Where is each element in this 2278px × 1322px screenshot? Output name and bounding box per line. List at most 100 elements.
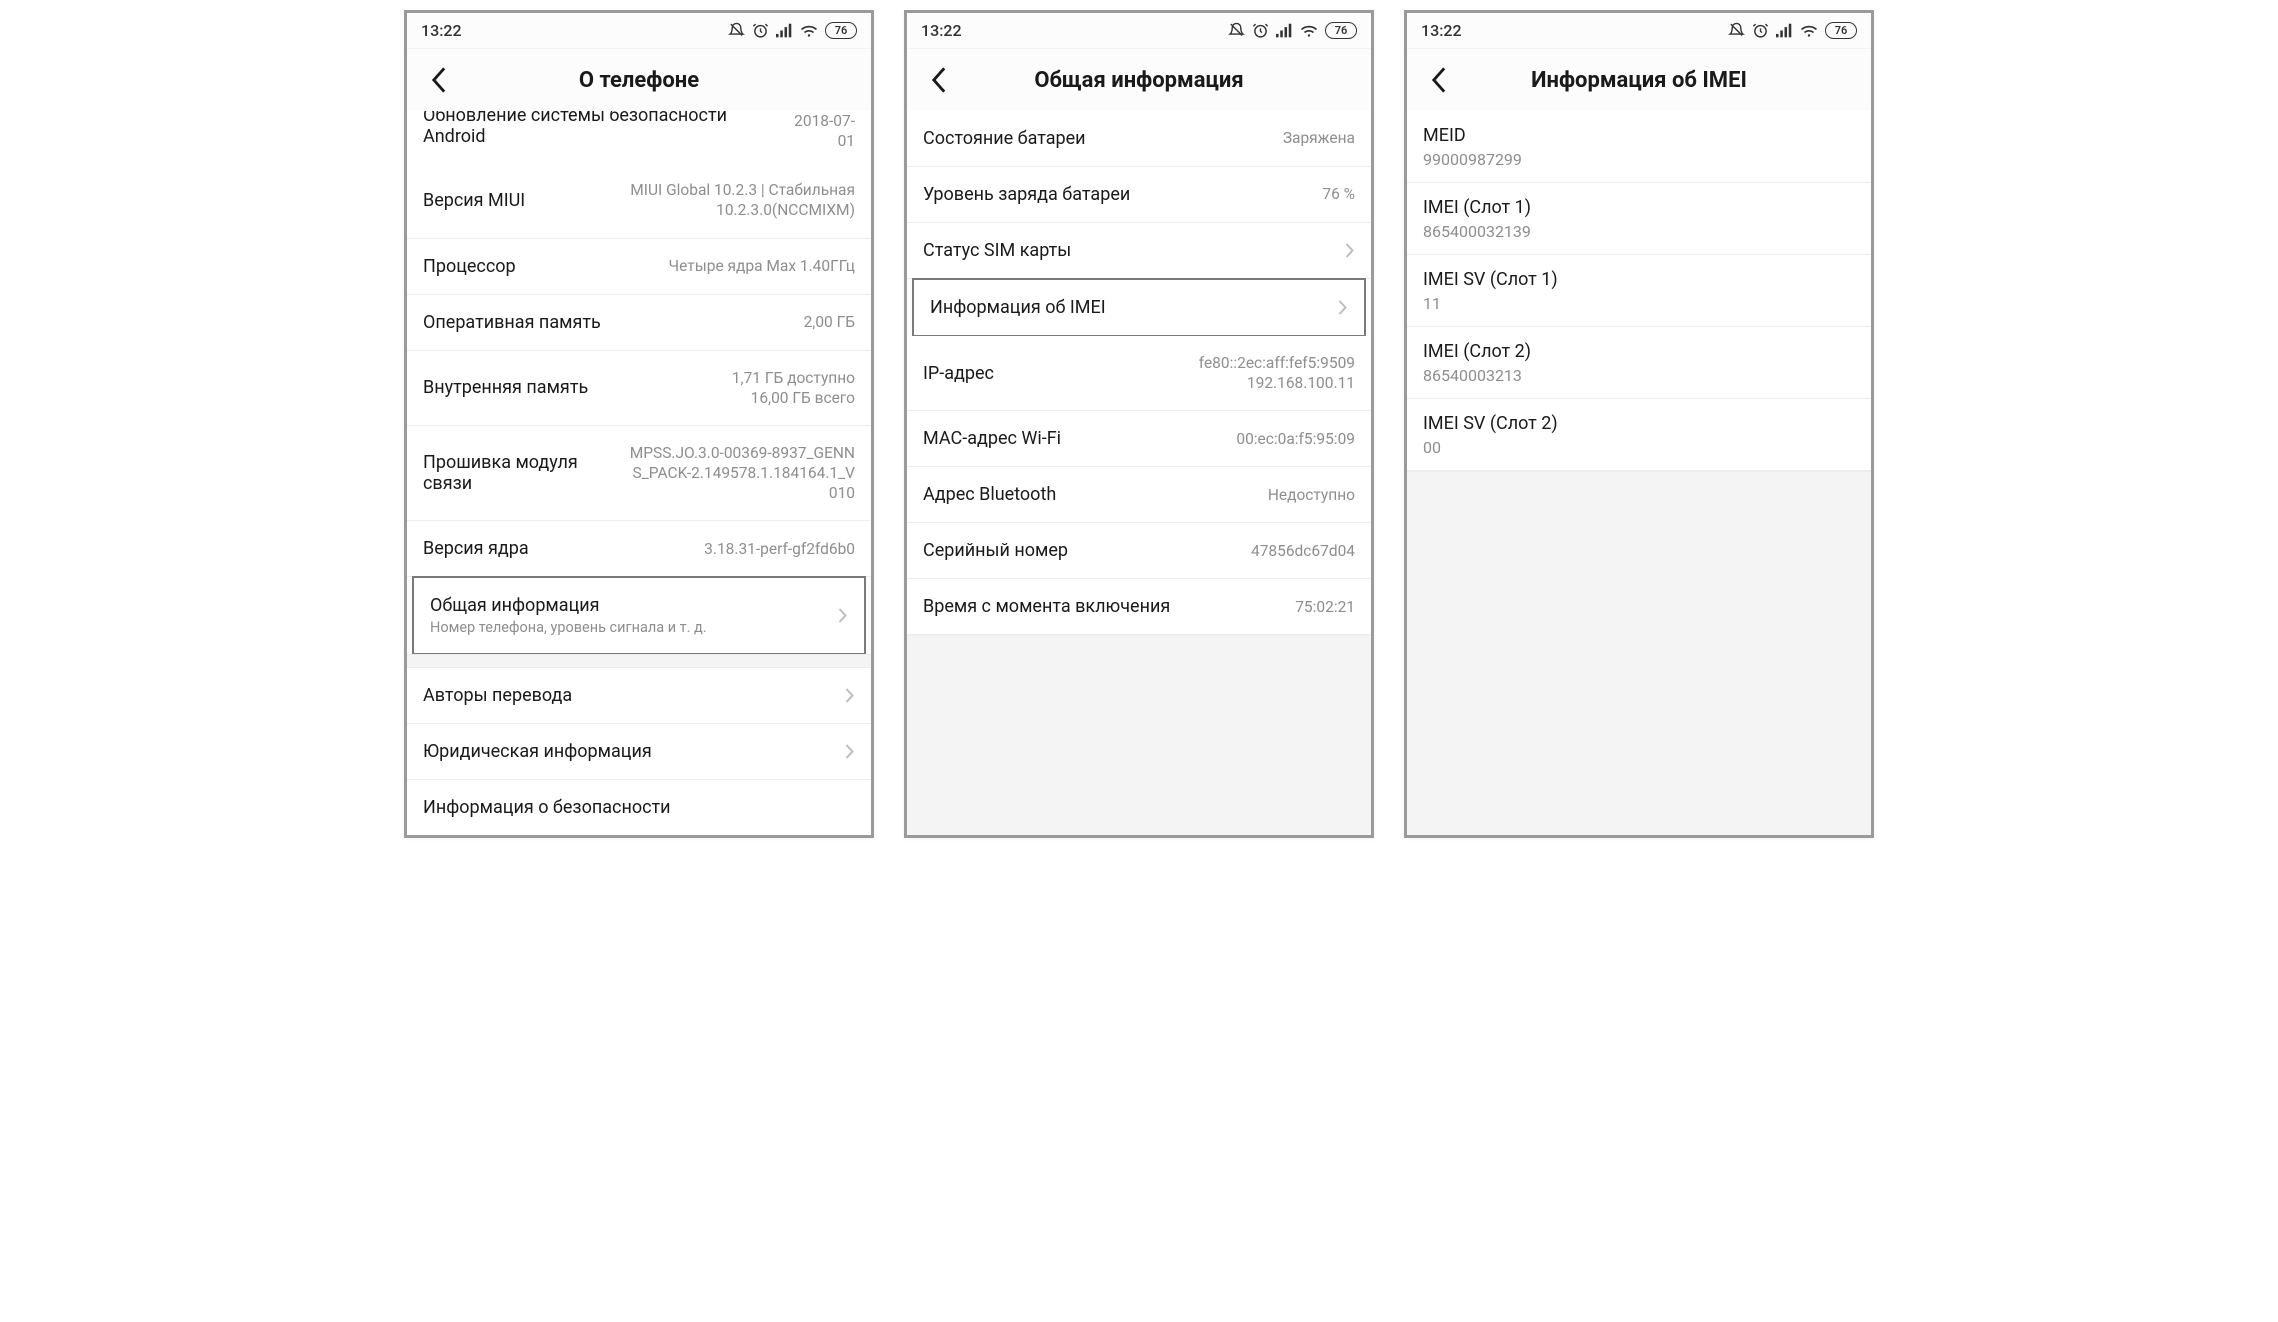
row-label: Серийный номер [923, 540, 1068, 561]
signal-icon [1276, 23, 1293, 38]
row-imei-info[interactable]: Информация об IMEI [912, 278, 1366, 337]
row-label: Время с момента включения [923, 596, 1170, 617]
chevron-right-icon [845, 744, 855, 759]
row-label: Оперативная память [423, 312, 601, 333]
chevron-left-icon [931, 67, 947, 93]
row-label: IMEI (Слот 1) [1423, 197, 1855, 218]
row-label: Адрес Bluetooth [923, 484, 1056, 505]
row-ram[interactable]: Оперативная память 2,00 ГБ [407, 295, 871, 351]
row-imeisv-slot2[interactable]: IMEI SV (Слот 2) 00 [1407, 399, 1871, 471]
row-value: 99000987299 [1423, 150, 1855, 169]
row-value: 00:ec:0a:f5:95:09 [1236, 429, 1355, 449]
separator [407, 654, 871, 668]
row-battery-level[interactable]: Уровень заряда батареи 76 % [907, 167, 1371, 223]
row-value: 3.18.31-perf-gf2fd6b0 [704, 539, 855, 559]
status-time: 13:22 [421, 21, 462, 40]
row-label: MEID [1423, 125, 1855, 146]
row-value: Заряжена [1283, 128, 1355, 148]
row-bluetooth-address[interactable]: Адрес Bluetooth Недоступно [907, 467, 1371, 523]
signal-icon [1776, 23, 1793, 38]
row-value: 00 [1423, 438, 1855, 457]
row-label: Внутренняя память [423, 377, 588, 398]
row-imeisv-slot1[interactable]: IMEI SV (Слот 1) 11 [1407, 255, 1871, 327]
row-sim-status[interactable]: Статус SIM карты [907, 223, 1371, 279]
status-time: 13:22 [1421, 21, 1462, 40]
row-label: Процессор [423, 256, 516, 277]
chevron-left-icon [431, 67, 447, 93]
row-storage[interactable]: Внутренняя память 1,71 ГБ доступно 16,00… [407, 351, 871, 426]
row-value: 2018-07-01 [782, 111, 855, 151]
status-bar: 13:22 76 [407, 13, 871, 49]
row-security-update[interactable]: Обновление системы безопасности Android … [407, 111, 871, 163]
imei-list: MEID 99000987299 IMEI (Слот 1) 865400032… [1407, 111, 1871, 835]
row-label: IMEI SV (Слот 2) [1423, 413, 1855, 434]
status-bar: 13:22 76 [907, 13, 1371, 49]
row-label: IMEI (Слот 2) [1423, 341, 1855, 362]
battery-indicator: 76 [1825, 22, 1857, 39]
settings-list: Обновление системы безопасности Android … [407, 111, 871, 835]
row-label: Авторы перевода [423, 685, 572, 706]
row-kernel[interactable]: Версия ядра 3.18.31-perf-gf2fd6b0 [407, 521, 871, 577]
row-label: IMEI SV (Слот 1) [1423, 269, 1855, 290]
row-label: Версия MIUI [423, 190, 525, 211]
row-cpu[interactable]: Процессор Четыре ядра Max 1.40ГГц [407, 239, 871, 295]
row-baseband[interactable]: Прошивка модуля связи MPSS.JO.3.0-00369-… [407, 426, 871, 521]
alarm-icon [752, 22, 769, 39]
row-translators[interactable]: Авторы перевода [407, 668, 871, 724]
row-label: Общая информация [430, 595, 707, 616]
row-label: MAC-адрес Wi-Fi [923, 428, 1061, 449]
row-label: Состояние батареи [923, 128, 1086, 149]
back-button[interactable] [417, 58, 461, 102]
row-label: Версия ядра [423, 538, 529, 559]
header: Общая информация [907, 49, 1371, 111]
row-label: Юридическая информация [423, 741, 652, 762]
phone-screen-imei: 13:22 76 Информация об IMEI MEID 9900098… [1404, 10, 1874, 838]
row-meid[interactable]: MEID 99000987299 [1407, 111, 1871, 183]
row-value: 1,71 ГБ доступно 16,00 ГБ всего [732, 368, 855, 408]
row-value: Четыре ядра Max 1.40ГГц [669, 256, 855, 276]
row-label: Статус SIM карты [923, 240, 1071, 261]
header: Информация об IMEI [1407, 49, 1871, 111]
row-mac-address[interactable]: MAC-адрес Wi-Fi 00:ec:0a:f5:95:09 [907, 411, 1371, 467]
settings-list: Состояние батареи Заряжена Уровень заряд… [907, 111, 1371, 835]
chevron-right-icon [1345, 243, 1355, 258]
empty-area [1407, 471, 1871, 835]
mute-icon [728, 22, 745, 39]
row-miui-version[interactable]: Версия MIUI MIUI Global 10.2.3 | Стабиль… [407, 163, 871, 238]
row-ip-address[interactable]: IP-адрес fe80::2ec:aff:fef5:9509 192.168… [907, 336, 1371, 411]
row-value: 47856dc67d04 [1251, 541, 1355, 561]
phone-screen-about: 13:22 76 О телефоне Обновление системы б… [404, 10, 874, 838]
chevron-right-icon [838, 608, 848, 623]
page-title: О телефоне [407, 68, 871, 93]
row-label: Информация об IMEI [930, 297, 1106, 318]
row-value: MIUI Global 10.2.3 | Стабильная 10.2.3.0… [630, 180, 855, 220]
row-label: Уровень заряда батареи [923, 184, 1130, 205]
row-value: 86540003213 [1423, 366, 1855, 385]
status-icons: 76 [728, 22, 857, 39]
row-value: 76 % [1322, 184, 1355, 204]
row-value: 865400032139 [1423, 222, 1855, 241]
row-general-info[interactable]: Общая информация Номер телефона, уровень… [412, 576, 866, 655]
row-imei-slot1[interactable]: IMEI (Слот 1) 865400032139 [1407, 183, 1871, 255]
signal-icon [776, 23, 793, 38]
row-value: 2,00 ГБ [804, 312, 855, 332]
row-legal-info[interactable]: Юридическая информация [407, 724, 871, 780]
row-battery-status[interactable]: Состояние батареи Заряжена [907, 111, 1371, 167]
empty-area [907, 635, 1371, 835]
page-title: Общая информация [907, 68, 1371, 93]
row-imei-slot2[interactable]: IMEI (Слот 2) 86540003213 [1407, 327, 1871, 399]
battery-indicator: 76 [1325, 22, 1357, 39]
row-serial-number[interactable]: Серийный номер 47856dc67d04 [907, 523, 1371, 579]
row-value: fe80::2ec:aff:fef5:9509 192.168.100.11 [1199, 353, 1355, 393]
row-value: Недоступно [1268, 485, 1355, 505]
back-button[interactable] [917, 58, 961, 102]
row-uptime[interactable]: Время с момента включения 75:02:21 [907, 579, 1371, 635]
row-label: IP-адрес [923, 363, 994, 384]
row-safety-info[interactable]: Информация о безопасности [407, 780, 871, 835]
status-icons: 76 [1228, 22, 1357, 39]
row-sublabel: Номер телефона, уровень сигнала и т. д. [430, 619, 707, 636]
row-label: Обновление системы безопасности Android [423, 111, 768, 148]
header: О телефоне [407, 49, 871, 111]
mute-icon [1228, 22, 1245, 39]
back-button[interactable] [1417, 58, 1461, 102]
